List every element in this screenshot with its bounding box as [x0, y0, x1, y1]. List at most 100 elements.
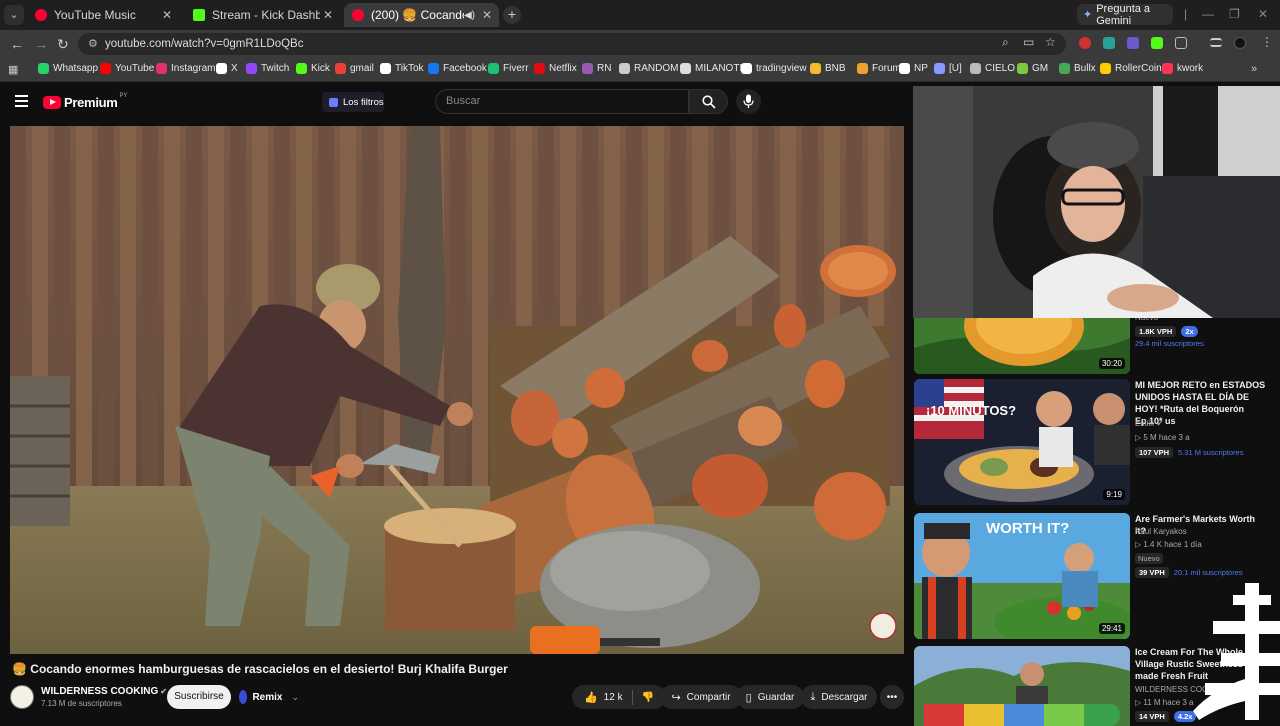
zoom-icon[interactable]: ⌕	[1002, 35, 1009, 50]
recommended-video[interactable]: 30:20 Nuevo 1.8K VPH 2x 29.4 mil suscrip…	[913, 313, 1280, 374]
speaker-icon[interactable]: ◀)	[464, 10, 475, 21]
like-count[interactable]: 12 k	[604, 692, 623, 703]
video-thumbnail[interactable]: 30:20	[914, 318, 1130, 374]
bookmark-favicon-icon	[100, 63, 111, 74]
tab-youtube-video[interactable]: (200) 🍔 Cocando enormes ◀) ✕	[344, 3, 499, 27]
subscribe-button[interactable]: Suscribirse	[167, 685, 231, 709]
bookmark-favicon-icon	[1162, 63, 1173, 74]
tab-kick-dashboard[interactable]: Stream - Kick Dashboard ✕	[185, 3, 340, 27]
extension-icon[interactable]	[1103, 37, 1115, 49]
bookmark-star-icon[interactable]: ☆	[1045, 35, 1056, 49]
back-icon[interactable]: ←	[10, 36, 24, 52]
bookmark-facebook[interactable]: Facebook	[428, 63, 487, 74]
kick-extension-icon[interactable]	[1151, 37, 1163, 49]
tab-search-icon[interactable]: ⌄	[4, 5, 24, 25]
more-actions-button[interactable]: •••	[880, 685, 904, 709]
address-bar[interactable]: ⚙ youtube.com/watch?v=0gmR1LDoQBc	[78, 33, 1066, 55]
search-button[interactable]	[689, 89, 728, 114]
video-thumbnail[interactable]: WORTH IT? 29:41	[914, 513, 1130, 639]
video-thumbnail[interactable]	[914, 646, 1130, 726]
bookmark-rollercoin[interactable]: RollerCoin	[1100, 63, 1162, 74]
close-icon[interactable]: ✕	[320, 8, 336, 22]
channel-avatar[interactable]	[10, 685, 34, 709]
address-toolbar: ← → ↻ ⚙ youtube.com/watch?v=0gmR1LDoQBc …	[0, 30, 1280, 58]
bookmark-fiverr[interactable]: Fiverr	[488, 63, 529, 74]
filters-button[interactable]: Los filtros	[322, 92, 384, 112]
video-thumbnail[interactable]: ¡10 MINUTOS? 9:19	[914, 379, 1130, 505]
subscriber-badge: 29.4 mil suscriptores	[1135, 339, 1204, 348]
bookmark-bullx[interactable]: Bullx	[1059, 63, 1096, 74]
video-title: 🍔 Cocando enormes hamburguesas de rascac…	[12, 662, 508, 676]
bookmark-gmail[interactable]: gmail	[335, 63, 374, 74]
bookmark-tradingview[interactable]: tradingview	[741, 63, 807, 74]
like-dislike-group: 👍 12 k 👎	[572, 685, 666, 709]
bookmark-twitch[interactable]: Twitch	[246, 63, 289, 74]
bookmark-milanote[interactable]: MILANOTE	[680, 63, 746, 74]
hamburger-menu-icon[interactable]	[15, 95, 28, 110]
reading-list-icon[interactable]	[1210, 38, 1222, 47]
bookmark-favicon-icon	[488, 63, 499, 74]
forward-icon[interactable]: →	[34, 36, 48, 52]
bookmark-whatsapp[interactable]: Whatsapp	[38, 63, 98, 74]
recommended-video[interactable]: ¡10 MINUTOS? 9:19 MI MEJOR RETO en ESTAD…	[913, 379, 1280, 507]
bookmark-forum[interactable]: Forum	[857, 63, 901, 74]
apps-grid-icon[interactable]: ▦	[8, 63, 18, 76]
bookmark-kick[interactable]: Kick	[296, 63, 330, 74]
download-button[interactable]: ⤓ Descargar	[801, 685, 877, 709]
remix-button[interactable]: Remix ⌄	[239, 687, 299, 707]
new-tab-button[interactable]: +	[503, 6, 521, 24]
ask-gemini-button[interactable]: ✦ Pregunta a Gemini	[1077, 3, 1173, 27]
bookmark-favicon-icon	[970, 63, 981, 74]
video-player[interactable]	[10, 126, 904, 654]
stats-badges: 1.8K VPH 2x	[1135, 326, 1203, 337]
minimize-icon[interactable]: —	[1202, 7, 1214, 21]
close-icon[interactable]: ✕	[159, 8, 175, 22]
search-input[interactable]: Buscar	[435, 89, 689, 114]
like-icon[interactable]: 👍	[584, 691, 598, 704]
extension-icon[interactable]	[1127, 37, 1139, 49]
record-extension-icon[interactable]	[1079, 37, 1091, 49]
bookmark-instagram[interactable]: Instagram	[156, 63, 215, 74]
bookmark-netflix[interactable]: Netflix	[534, 63, 577, 74]
youtube-icon	[352, 9, 364, 21]
channel-name[interactable]: Paul Karyakos	[1135, 527, 1187, 536]
bookmark-favicon-icon	[1100, 63, 1111, 74]
share-button[interactable]: ↪ Compartir	[660, 685, 742, 709]
bookmark-kwork[interactable]: kwork	[1162, 63, 1203, 74]
reload-icon[interactable]: ↻	[57, 36, 69, 53]
save-button[interactable]: ▯ Guardar	[736, 685, 804, 709]
close-icon[interactable]: ✕	[479, 8, 495, 22]
bookmark-bnb[interactable]: BNB	[810, 63, 846, 74]
tab-youtube-music[interactable]: YouTube Music ✕	[27, 3, 179, 27]
channel-name[interactable]: Estiik ✔	[1135, 419, 1163, 428]
extensions-puzzle-icon[interactable]	[1175, 37, 1187, 49]
dislike-icon[interactable]: 👎	[642, 692, 654, 703]
thumbnail-text: ¡10 MINUTOS?	[926, 403, 1016, 418]
youtube-premium-logo[interactable]: Premium PY	[43, 93, 128, 110]
bookmark-rn[interactable]: RN	[582, 63, 611, 74]
bookmark-cielo[interactable]: CIELO	[970, 63, 1015, 74]
cast-icon[interactable]: ▭	[1023, 35, 1034, 49]
profile-avatar[interactable]	[1234, 37, 1246, 49]
new-badge: Nuevo	[1135, 553, 1163, 564]
bookmark-youtube[interactable]: YouTube	[100, 63, 154, 74]
bookmark-random[interactable]: RANDOM	[619, 63, 678, 74]
window-close-icon[interactable]: ✕	[1258, 7, 1268, 21]
video-frame	[10, 126, 904, 654]
bookmark-favicon-icon	[38, 63, 49, 74]
more-bookmarks-icon[interactable]: »	[1251, 63, 1257, 75]
site-info-icon[interactable]: ⚙	[88, 37, 98, 50]
voice-search-button[interactable]	[736, 89, 761, 114]
menu-kebab-icon[interactable]: ⋮	[1261, 35, 1273, 49]
bookmark-x[interactable]: X	[216, 63, 238, 74]
verified-icon: ✔	[1156, 419, 1164, 428]
bookmark-tiktok[interactable]: TikTok	[380, 63, 424, 74]
bookmark-np[interactable]: NP	[899, 63, 928, 74]
channel-name[interactable]: WILDERNESS COOKING ✔	[41, 686, 167, 697]
bookmark-favicon-icon	[428, 63, 439, 74]
maximize-icon[interactable]: ❐	[1229, 7, 1240, 21]
bookmark-u[interactable]: [U]	[934, 63, 962, 74]
bookmark-gm[interactable]: GM	[1017, 63, 1048, 74]
bookmark-favicon-icon	[810, 63, 821, 74]
bookmark-favicon-icon	[857, 63, 868, 74]
